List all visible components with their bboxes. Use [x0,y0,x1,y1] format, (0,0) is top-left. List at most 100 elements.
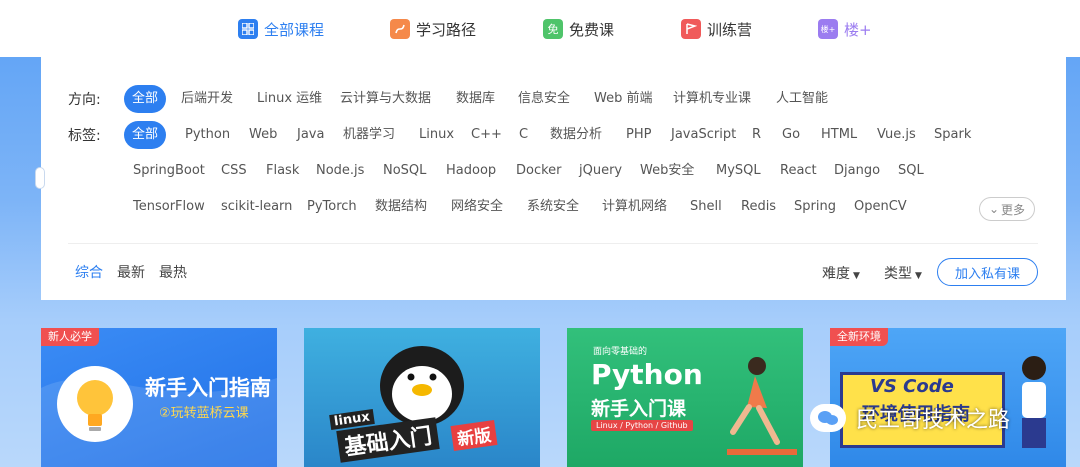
filter-tag[interactable]: 数据分析 [542,121,610,149]
filter-tag[interactable]: Vue.js [869,121,924,149]
course-card-beginner-guide[interactable]: 新人必学 新手入门指南 ②玩转蓝桥云课 [41,328,277,467]
difficulty-label: 难度 [822,266,850,282]
lou-icon: 楼+ [818,19,838,39]
caret-down-icon: ▼ [915,271,922,281]
filter-tag[interactable]: Django [826,157,888,185]
nav-all-courses[interactable]: 全部课程 [238,17,324,41]
filter-tag[interactable]: Node.js [308,157,372,185]
course-card-linux-basics[interactable]: linux 基础入门 新版 [304,328,540,467]
direction-tag[interactable]: Web 前端 [586,85,660,113]
student-illustration [1022,356,1046,448]
filter-tag[interactable]: TensorFlow [125,193,213,221]
difficulty-dropdown[interactable]: 难度 ▼ [822,263,860,283]
penguin-icon [380,346,464,426]
grid-icon [238,19,258,39]
filter-tag[interactable]: JavaScript [663,121,744,149]
filter-tag[interactable]: 全部 [124,121,167,149]
more-button[interactable]: ⌄ 更多 [979,197,1035,221]
wechat-icon [810,404,846,432]
filter-tag[interactable]: Java [289,121,332,149]
flag-icon [681,19,701,39]
lightbulb-icon [57,366,133,442]
filter-tag[interactable]: CSS [213,157,255,185]
card-title: Python [591,358,703,391]
filter-tag[interactable]: HTML [813,121,865,149]
nav-bootcamp[interactable]: 训练营 [681,17,752,41]
filter-tag[interactable]: 数据结构 [367,193,435,221]
top-nav: 全部课程 学习路径 免 免费课 训练营 楼+ 楼+ [0,0,1080,57]
direction-tag[interactable]: 云计算与大数据 [332,85,439,113]
filter-tag[interactable]: 网络安全 [443,193,511,221]
filter-tag[interactable]: C++ [463,121,510,149]
direction-tag[interactable]: 信息安全 [510,85,578,113]
filter-tag[interactable]: Flask [258,157,307,185]
type-label: 类型 [884,266,912,282]
filter-tag[interactable]: SQL [890,157,932,185]
card-small-text: 面向零基础的 [593,347,648,357]
nav-label: 免费课 [569,20,615,39]
course-card-vscode-guide[interactable]: 全新环境 VS Code 环境使用指南 [830,328,1066,467]
direction-tag[interactable]: 数据库 [448,85,503,113]
sort-newest[interactable]: 最新 [117,262,145,282]
filter-tag[interactable]: 机器学习 [335,121,403,149]
card-badge: 新人必学 [41,328,99,346]
filter-tag[interactable]: React [772,157,825,185]
filter-tag[interactable]: Docker [508,157,570,185]
filter-tag[interactable]: Linux [411,121,462,149]
nav-label: 楼+ [844,20,872,39]
nav-learning-path[interactable]: 学习路径 [390,17,476,41]
nav-label: 全部课程 [264,20,325,39]
filter-panel: 方向: 全部 后端开发 Linux 运维 云计算与大数据 数据库 信息安全 Web 前端 计算… [35,57,1066,300]
free-icon: 免 [543,19,563,39]
path-icon [390,19,410,39]
filter-tag[interactable]: Web [241,121,285,149]
filter-tag[interactable]: Spring [786,193,844,221]
filter-tag[interactable]: 计算机网络 [594,193,675,221]
watermark-text: 民工哥技术之路 [856,408,1011,433]
card-badge: 全新环境 [830,328,888,346]
filter-tag[interactable]: Redis [733,193,784,221]
caret-down-icon: ▼ [853,271,860,281]
direction-tag[interactable]: 人工智能 [768,85,836,113]
chevron-down-icon: ⌄ [988,202,1000,216]
runner-illustration [727,357,797,455]
card-title: 新手入门指南 [145,376,271,400]
filter-tag[interactable]: OpenCV [846,193,915,221]
direction-tag[interactable]: Linux 运维 [249,85,330,113]
filter-tag[interactable]: jQuery [571,157,630,185]
panel-handle[interactable] [35,167,45,189]
filter-tag[interactable]: Hadoop [438,157,504,185]
type-dropdown[interactable]: 类型 ▼ [884,263,922,283]
filter-tag[interactable]: Go [774,121,808,149]
filter-tag[interactable]: SpringBoot [125,157,213,185]
course-card-python-beginner[interactable]: 面向零基础的 Python 新手入门课 Linux / Python / Git… [567,328,803,467]
direction-label: 方向: [68,92,101,108]
filter-tag[interactable]: 系统安全 [519,193,587,221]
filter-tag[interactable]: Shell [682,193,730,221]
join-private-course-button[interactable]: 加入私有课 [937,258,1038,286]
filter-tag[interactable]: MySQL [708,157,769,185]
filter-tag[interactable]: Spark [926,121,979,149]
filter-tag[interactable]: R [744,121,769,149]
card-title: VS Code [870,376,954,397]
more-label: 更多 [1001,202,1026,217]
filter-tag[interactable]: Python [177,121,238,149]
nav-free-courses[interactable]: 免 免费课 [543,17,614,41]
nav-lou-plus[interactable]: 楼+ 楼+ [818,17,872,41]
filter-tag[interactable]: NoSQL [375,157,434,185]
filter-tag[interactable]: scikit-learn [213,193,300,221]
sort-comprehensive[interactable]: 综合 [75,262,103,282]
card-subtitle: ②玩转蓝桥云课 [159,406,249,421]
card-subtitle: 新手入门课 [591,398,687,420]
filter-tag[interactable]: PyTorch [299,193,365,221]
direction-tag[interactable]: 后端开发 [173,85,241,113]
filter-tag[interactable]: C [511,121,536,149]
direction-tag[interactable]: 计算机专业课 [665,85,759,113]
nav-label: 学习路径 [416,20,477,39]
tags-label: 标签: [68,128,101,144]
filter-tag[interactable]: Web安全 [632,157,702,185]
direction-tag[interactable]: 全部 [124,85,167,113]
filter-tag[interactable]: PHP [618,121,659,149]
nav-label: 训练营 [707,20,753,39]
sort-hottest[interactable]: 最热 [159,262,187,282]
